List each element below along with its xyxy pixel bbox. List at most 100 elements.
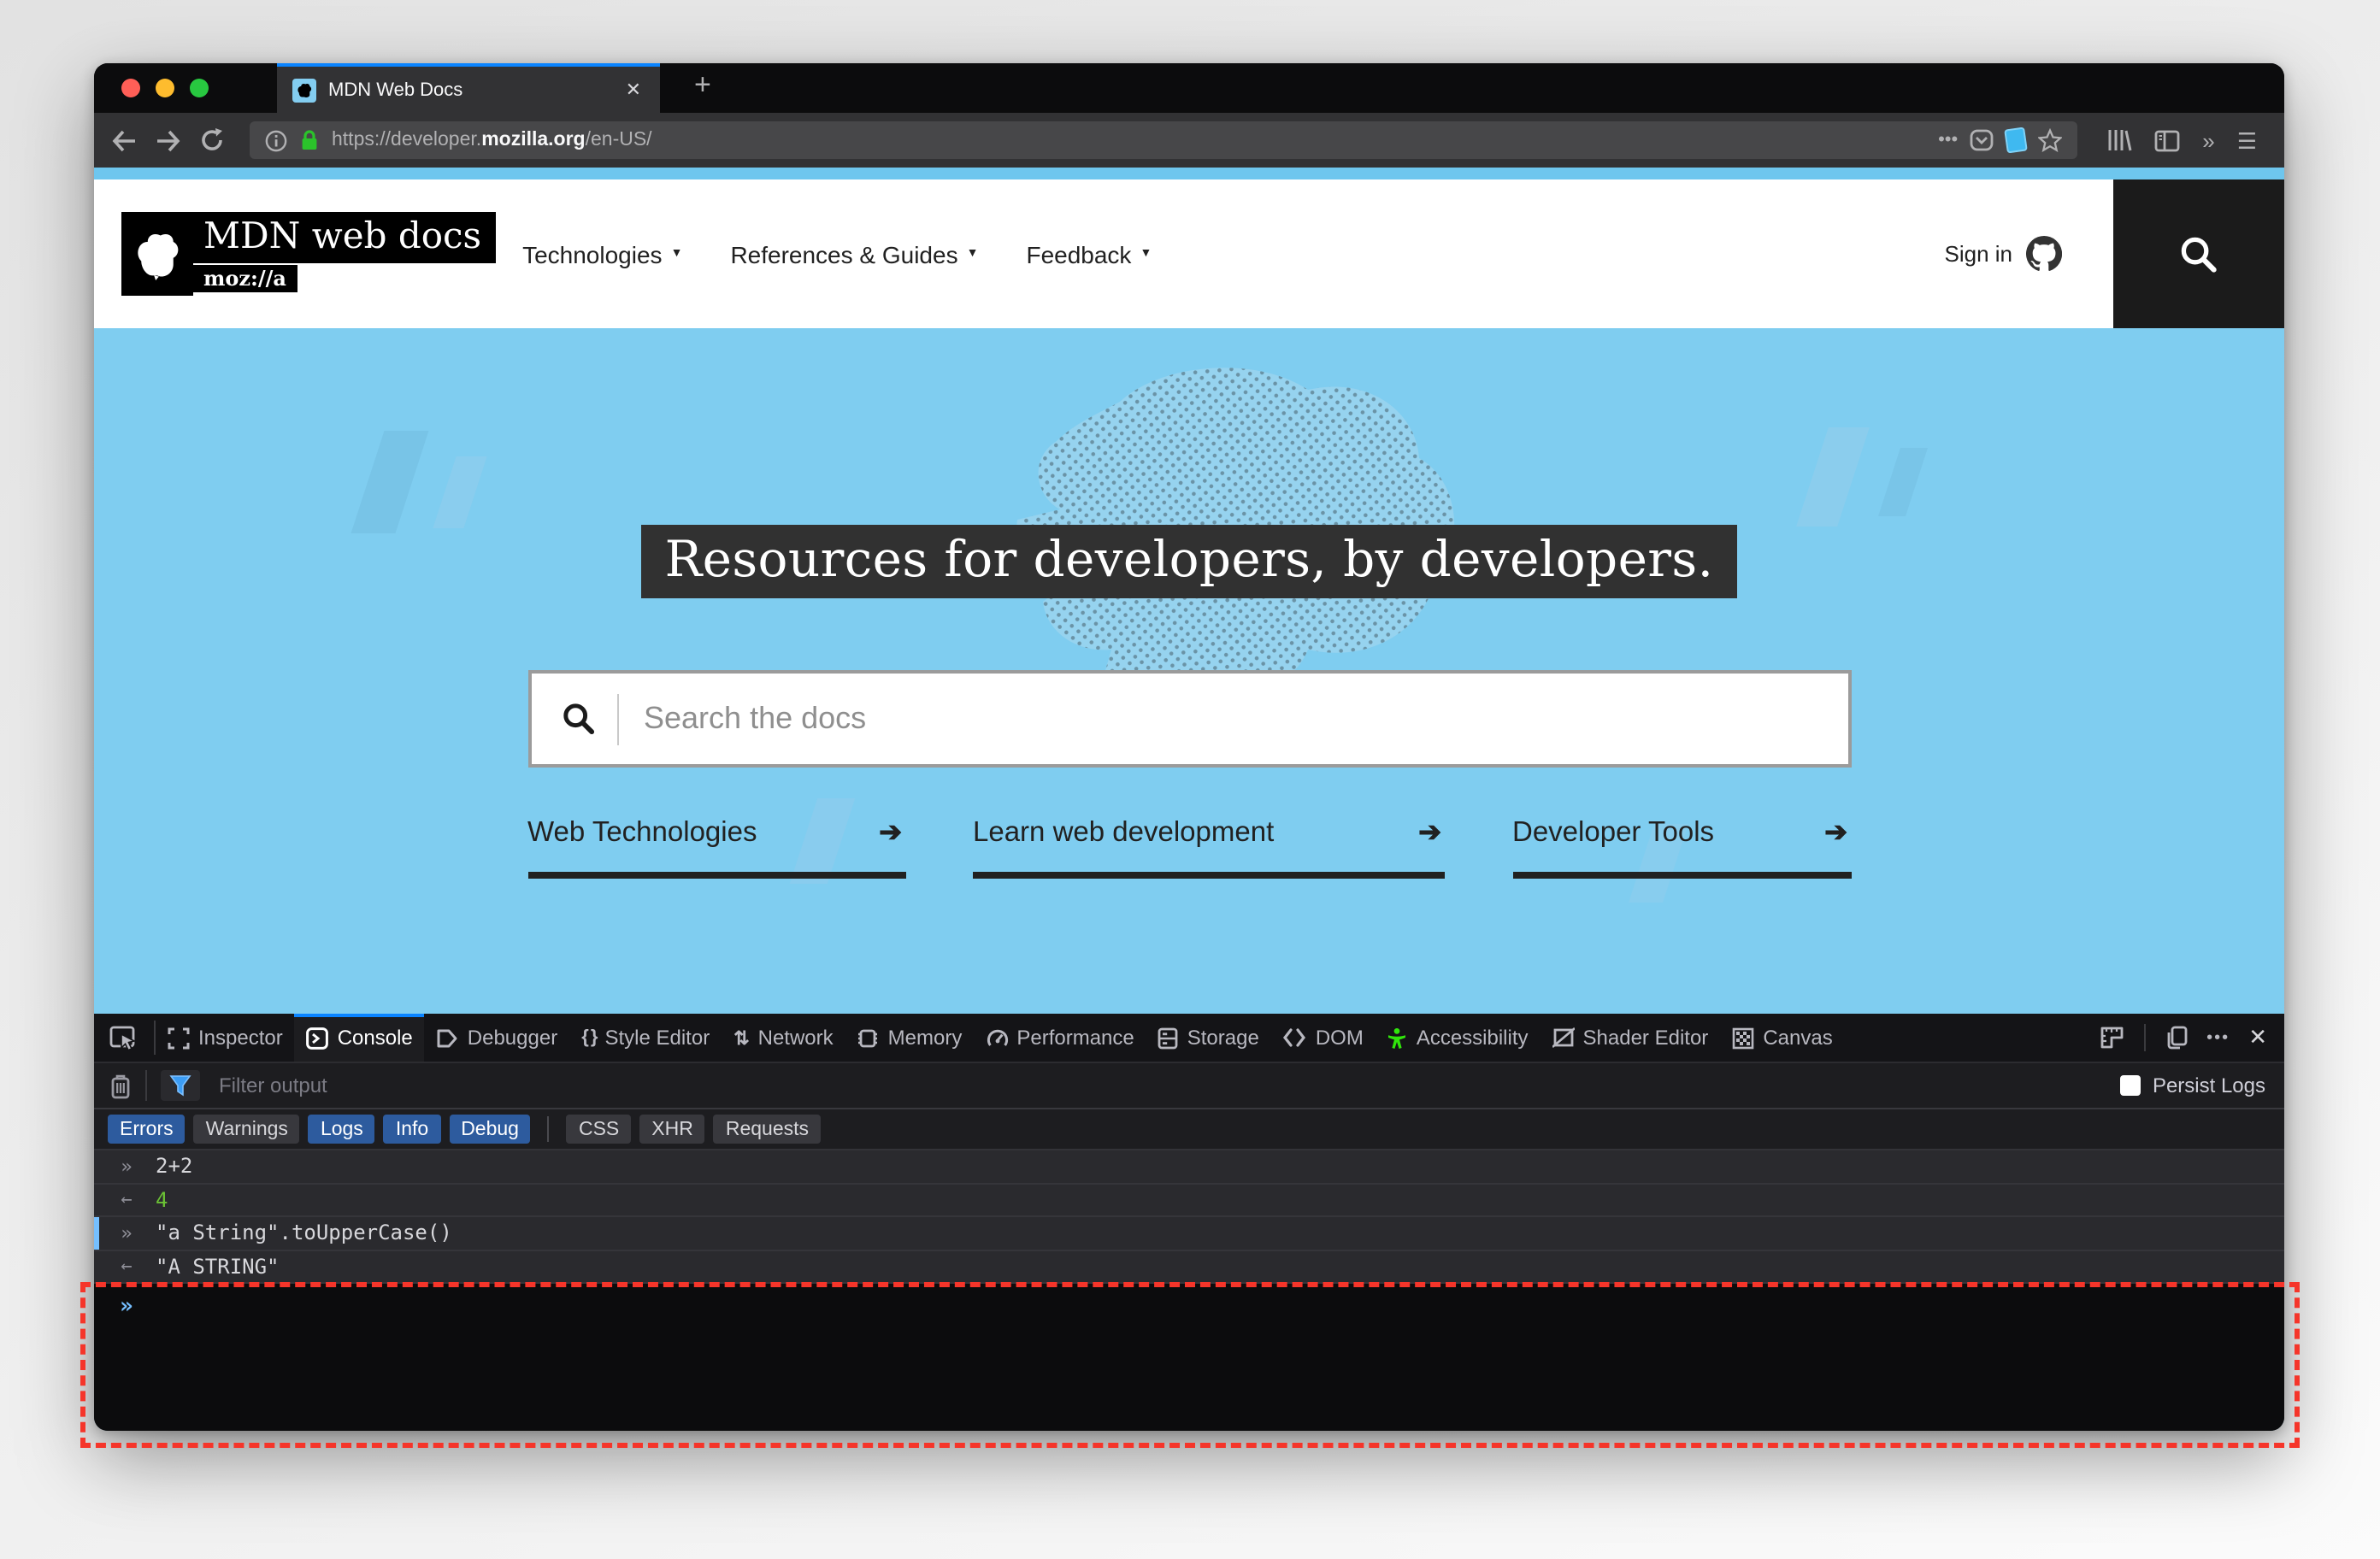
filter-errors[interactable]: Errors [108,1115,186,1144]
titlebar: MDN Web Docs ✕ + [94,63,2284,113]
result-arrow-icon: ← [121,1255,133,1278]
tab-storage[interactable]: Storage [1146,1014,1271,1062]
input-chevron-icon: » [121,1155,133,1178]
nav-label: Technologies [522,240,663,268]
devtools-panel: Inspector Console Debugger { } Style Edi… [94,1014,2284,1431]
storage-icon [1158,1027,1179,1049]
library-icon[interactable] [2106,128,2132,152]
console-input-area[interactable]: » [94,1284,2284,1431]
page-viewport: MDN web docs moz://a Technologies ▼ Refer… [94,168,2284,1431]
tab-label: Console [337,1026,413,1050]
new-tab-button[interactable]: + [684,68,722,103]
mdn-header: MDN web docs moz://a Technologies ▼ Refer… [94,179,2284,328]
github-icon[interactable] [2026,236,2062,272]
sign-in-link[interactable]: Sign in [1945,241,2013,267]
back-icon[interactable] [111,129,137,151]
page-top-stripe [94,168,2284,179]
style-editor-icon: { } [581,1027,598,1048]
extension-icon[interactable] [2004,126,2029,154]
link-developer-tools[interactable]: Developer Tools ➔ [1512,815,1851,879]
console-filterbar: Filter output Persist Logs [94,1063,2284,1109]
tab-style-editor[interactable]: { } Style Editor [569,1014,722,1062]
canvas-icon [1733,1027,1754,1049]
close-window-button[interactable] [121,79,140,97]
tab-close-icon[interactable]: ✕ [622,79,645,101]
bookmark-star-icon[interactable] [2038,128,2063,152]
secure-lock-icon[interactable] [299,129,320,151]
filter-toggle-button[interactable] [161,1070,200,1101]
filter-warnings[interactable]: Warnings [193,1115,300,1144]
page-actions-icon[interactable]: ••• [1938,130,1958,150]
tab-dom[interactable]: DOM [1271,1014,1376,1062]
forward-icon[interactable] [156,129,181,151]
nav-references-guides[interactable]: References & Guides ▼ [730,240,978,268]
hero-links: Web Technologies ➔ Learn web development… [527,815,1851,879]
tab-shader-editor[interactable]: Shader Editor [1541,1014,1721,1062]
arrow-right-icon: ➔ [879,819,902,848]
devtools-close-icon[interactable]: ✕ [2248,1024,2267,1051]
input-chevron-icon: » [121,1221,133,1244]
nav-feedback[interactable]: Feedback ▼ [1026,240,1152,268]
tab-label: DOM [1315,1026,1364,1050]
filter-css[interactable]: CSS [566,1115,632,1144]
accessibility-icon [1388,1027,1406,1048]
background-glyph [1796,427,1870,527]
sidebar-icon[interactable] [2154,129,2180,151]
filter-info[interactable]: Info [383,1115,441,1144]
debugger-icon [438,1028,458,1047]
console-entry-result: ← 4 [94,1184,2284,1217]
pick-element-icon[interactable] [94,1014,154,1062]
tab-console[interactable]: Console [294,1014,425,1062]
zoom-window-button[interactable] [190,79,209,97]
filter-xhr[interactable]: XHR [639,1115,705,1144]
filter-debug[interactable]: Debug [449,1115,531,1144]
console-entry-input: » 2+2 [94,1150,2284,1184]
header-search-button[interactable] [2113,179,2284,328]
nav-technologies[interactable]: Technologies ▼ [522,240,682,268]
tab-canvas[interactable]: Canvas [1720,1014,1844,1062]
mozilla-wordmark: moz://a [193,265,297,292]
clear-console-icon[interactable] [94,1073,145,1098]
tab-label: Network [757,1026,834,1050]
chevron-down-icon: ▼ [1140,248,1152,260]
filter-output-input[interactable]: Filter output [219,1074,2120,1097]
persist-logs-checkbox[interactable] [2119,1075,2141,1096]
tab-inspector[interactable]: Inspector [156,1014,295,1062]
console-filter-buttons: Errors Warnings Logs Info Debug CSS XHR … [94,1109,2284,1150]
docs-search-box[interactable] [527,670,1851,768]
pocket-icon[interactable] [1970,128,1994,152]
tab-network[interactable]: ⇅ Network [722,1014,845,1062]
docs-search-input[interactable] [644,701,1817,737]
menu-hamburger-icon[interactable]: ☰ [2237,129,2257,151]
tab-label: Debugger [467,1026,558,1050]
arrow-right-icon: ➔ [1418,819,1441,848]
reload-icon[interactable] [200,128,224,152]
persist-logs-control[interactable]: Persist Logs [2119,1074,2284,1097]
url-bar[interactable]: https://developer.mozilla.org/en-US/ ••• [250,121,2078,159]
minimize-window-button[interactable] [156,79,174,97]
mdn-logo[interactable]: MDN web docs moz://a [121,212,496,296]
console-output[interactable]: » 2+2 ← 4 » "a String".toUpperCase() ← "… [94,1150,2284,1284]
link-learn-web-development[interactable]: Learn web development ➔ [973,815,1445,879]
separator [145,1070,147,1101]
filter-logs[interactable]: Logs [308,1115,375,1144]
tab-accessibility[interactable]: Accessibility [1376,1014,1541,1062]
link-web-technologies[interactable]: Web Technologies ➔ [527,815,905,879]
performance-icon [987,1028,1008,1045]
nav-label: References & Guides [730,240,958,268]
browser-tab-active[interactable]: MDN Web Docs ✕ [277,63,660,113]
tab-label: Shader Editor [1582,1026,1709,1050]
tab-performance[interactable]: Performance [974,1014,1146,1062]
filter-requests[interactable]: Requests [713,1115,822,1144]
tab-debugger[interactable]: Debugger [425,1014,569,1062]
mdn-logo-title: MDN web docs [193,212,496,263]
mdn-favicon [292,78,316,102]
devtools-menu-icon[interactable]: ••• [2206,1028,2230,1047]
mdn-logo-text: MDN web docs moz://a [193,212,496,292]
overflow-chevrons-icon[interactable]: » [2202,129,2214,151]
measuring-tool-icon[interactable] [2099,1026,2124,1050]
browser-toolbar: https://developer.mozilla.org/en-US/ ••• [94,113,2284,168]
page-info-icon[interactable] [265,129,287,151]
responsive-design-icon[interactable] [2164,1026,2188,1050]
tab-memory[interactable]: Memory [845,1014,975,1062]
